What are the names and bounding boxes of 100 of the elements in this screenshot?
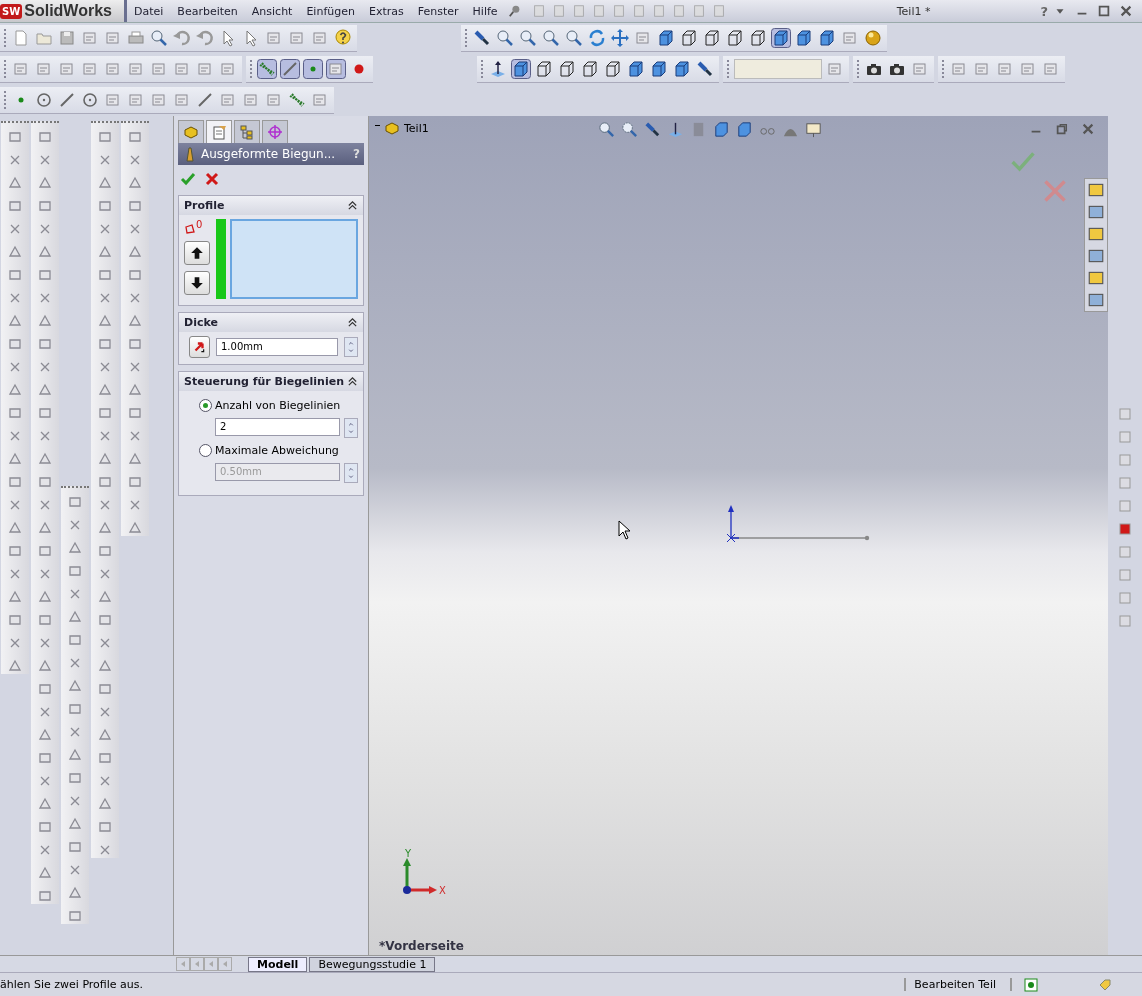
feature-icon[interactable] <box>7 658 23 674</box>
close-icon[interactable] <box>1119 4 1133 18</box>
feature-icon[interactable] <box>7 589 23 605</box>
feature-icon[interactable] <box>97 750 113 766</box>
dropdown-field[interactable] <box>734 59 822 79</box>
reverse-direction-button[interactable] <box>189 336 210 358</box>
feature-icon[interactable] <box>37 865 53 881</box>
section-header[interactable]: Dicke <box>179 313 363 332</box>
feature-icon[interactable] <box>37 750 53 766</box>
feature-icon[interactable] <box>127 336 143 352</box>
feature-icon[interactable] <box>37 451 53 467</box>
feature-icon[interactable] <box>37 819 53 835</box>
wireframe-cube-icon[interactable] <box>679 28 699 48</box>
pin-icon[interactable] <box>507 4 522 18</box>
menu-item[interactable]: Ansicht <box>244 4 300 18</box>
restore-icon[interactable] <box>1055 122 1069 136</box>
flashlight-icon[interactable] <box>643 120 662 139</box>
wireframe-cube-icon[interactable] <box>725 28 745 48</box>
clipboard-icon[interactable] <box>206 120 232 143</box>
feature-icon[interactable] <box>67 839 83 855</box>
feature-icon[interactable] <box>97 267 113 283</box>
feature-icon[interactable] <box>7 520 23 536</box>
cube-icon[interactable] <box>511 59 531 79</box>
feature-icon[interactable] <box>37 382 53 398</box>
feature-icon[interactable] <box>97 198 113 214</box>
model-tab[interactable]: Bewegungsstudie 1 <box>309 956 436 972</box>
feature-icon[interactable] <box>37 658 53 674</box>
feature-icon[interactable] <box>37 681 53 697</box>
feature-icon[interactable] <box>127 244 143 260</box>
feature-icon[interactable] <box>97 589 113 605</box>
feature-icon[interactable] <box>97 727 113 743</box>
close-icon[interactable] <box>1081 122 1095 136</box>
feature-icon[interactable] <box>7 451 23 467</box>
feature-icon[interactable] <box>97 474 113 490</box>
wireframe-cube-icon[interactable] <box>748 28 768 48</box>
flashlight-icon[interactable] <box>472 28 492 48</box>
axis-icon[interactable] <box>666 120 685 139</box>
tool-icon[interactable] <box>1117 521 1133 537</box>
wireframe-cube-icon[interactable] <box>534 59 554 79</box>
rotate-icon[interactable] <box>587 28 607 48</box>
feature-icon[interactable] <box>37 405 53 421</box>
profile-list[interactable] <box>230 219 358 299</box>
feature-icon[interactable] <box>127 175 143 191</box>
wireframe-cube-icon[interactable] <box>557 59 577 79</box>
feature-icon[interactable] <box>37 313 53 329</box>
maximize-icon[interactable] <box>1097 4 1111 18</box>
feature-icon[interactable] <box>127 129 143 145</box>
part-icon[interactable] <box>178 120 204 143</box>
feature-icon[interactable] <box>97 382 113 398</box>
feature-icon[interactable] <box>97 681 113 697</box>
feature-icon[interactable] <box>37 474 53 490</box>
crosshair-icon[interactable] <box>262 120 288 143</box>
section-header[interactable]: Steuerung für Biegelinien <box>179 372 363 391</box>
feature-icon[interactable] <box>97 313 113 329</box>
section-header[interactable]: Profile <box>179 196 363 215</box>
help-icon[interactable] <box>1024 977 1038 992</box>
move-up-button[interactable] <box>184 241 210 265</box>
feature-icon[interactable] <box>67 908 83 924</box>
feature-icon[interactable] <box>37 888 53 904</box>
move-down-button[interactable] <box>184 271 210 295</box>
circle-icon[interactable] <box>80 90 100 110</box>
feature-icon[interactable] <box>97 175 113 191</box>
menu-item[interactable]: Einfügen <box>299 4 362 18</box>
feature-icon[interactable] <box>7 175 23 191</box>
feature-icon[interactable] <box>97 543 113 559</box>
cube-icon[interactable] <box>794 28 814 48</box>
feature-icon[interactable] <box>127 474 143 490</box>
feature-icon[interactable] <box>7 267 23 283</box>
cube-icon[interactable] <box>649 59 669 79</box>
feature-icon[interactable] <box>7 474 23 490</box>
cancel-x-icon[interactable] <box>204 171 220 187</box>
menu-item[interactable]: Hilfe <box>465 4 505 18</box>
feature-icon[interactable] <box>97 796 113 812</box>
point-icon[interactable] <box>303 59 323 79</box>
spin-buttons[interactable] <box>344 463 358 483</box>
feature-icon[interactable] <box>7 313 23 329</box>
feature-icon[interactable] <box>67 494 83 510</box>
feature-icon[interactable] <box>97 520 113 536</box>
feature-icon[interactable] <box>97 658 113 674</box>
collapse-icon[interactable] <box>347 317 358 328</box>
wireframe-cube-icon[interactable] <box>702 28 722 48</box>
cube-icon[interactable] <box>656 28 676 48</box>
feature-icon[interactable] <box>67 816 83 832</box>
flashlight-icon[interactable] <box>695 59 715 79</box>
feature-icon[interactable] <box>127 267 143 283</box>
feature-icon[interactable] <box>37 244 53 260</box>
feature-icon[interactable] <box>97 336 113 352</box>
feature-icon[interactable] <box>7 198 23 214</box>
feature-icon[interactable] <box>67 885 83 901</box>
feature-icon[interactable] <box>67 747 83 763</box>
menu-item[interactable]: Extras <box>361 4 411 18</box>
spin-buttons[interactable] <box>344 337 358 357</box>
grid-icon[interactable] <box>257 59 277 79</box>
feature-icon[interactable] <box>37 796 53 812</box>
graphics-area[interactable]: Teil1 Y X *Vorderseite <box>369 116 1108 955</box>
radio-button[interactable] <box>199 399 212 412</box>
menu-item[interactable]: Bearbeiten <box>170 4 245 18</box>
feature-icon[interactable] <box>97 129 113 145</box>
menu-item[interactable]: Datei <box>127 4 171 18</box>
feature-icon[interactable] <box>7 336 23 352</box>
